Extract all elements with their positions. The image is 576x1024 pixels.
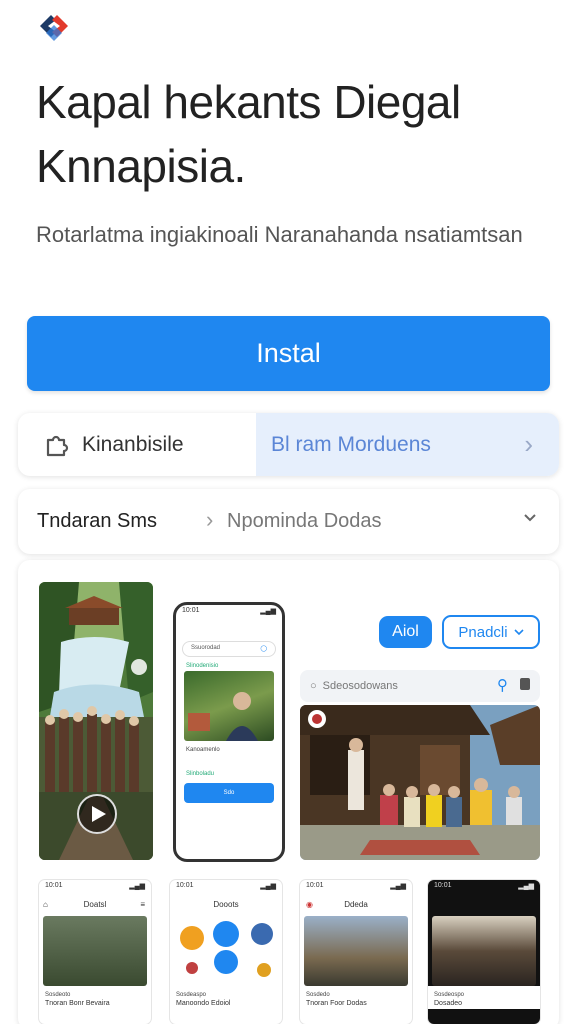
mini-foot-2: Manoondo Edoiol — [176, 1000, 231, 1007]
back-icon: ◉ — [306, 899, 313, 909]
signal-icon: ▂▄▆ — [390, 883, 406, 890]
mini-screenshot-1[interactable]: 10:01 ▂▄▆ ⌂ Doatsl ≡ Sosdeoto Tnoran Bonr B… — [39, 880, 151, 1024]
chip-filter-dropdown[interactable]: Pnadcli — [442, 615, 540, 649]
chevron-separator-icon: › — [206, 507, 214, 532]
mini-image — [304, 916, 408, 986]
phone-search[interactable]: Ssuorodad ◯ — [182, 641, 276, 657]
signal-icon: ▂▄▆ — [129, 883, 145, 890]
play-icon[interactable] — [76, 793, 118, 835]
mini-image — [174, 916, 278, 986]
detail-row-left-label: Tndaran Sms — [37, 510, 158, 532]
mini-header — [428, 892, 540, 916]
gallery-image-village[interactable] — [300, 705, 540, 860]
mini-head-label: Doatsl — [83, 899, 107, 909]
mini-time: 10:01 — [434, 882, 452, 889]
menu-icon: ≡ — [140, 899, 145, 909]
phone-time: 10:01 — [182, 607, 200, 614]
mini-status-bar: 10:01 ▂▄▆ — [428, 880, 540, 892]
phone-status-bar: 10:01 ▂▄▆ — [176, 605, 282, 619]
phone-signal-icon: ▂▄▆ — [260, 608, 276, 615]
mini-header: ◉ Ddeda — [300, 892, 412, 916]
mini-foot-2: Tnoran Foor Dodas — [306, 1000, 367, 1007]
mini-time: 10:01 — [176, 882, 194, 889]
mini-status-bar: 10:01 ▂▄▆ — [300, 880, 412, 892]
mini-foot-1: Sosdeaspo — [176, 992, 207, 998]
gallery-search-text: Sdeosodowans — [322, 680, 398, 692]
chevron-down-icon — [514, 629, 524, 636]
mini-screenshot-4[interactable]: 10:01 ▂▄▆ Sosdeospo Dosadeo — [428, 880, 540, 1024]
phone-caption-1: Kanoamenlo — [186, 747, 220, 753]
chip-filter-dropdown-label: Pnadcli — [458, 623, 508, 641]
home-icon: ⌂ — [43, 899, 48, 909]
app-subtitle: Rotarlatma ingiakinoali Naranahanda nsat… — [36, 222, 523, 247]
mini-image — [432, 916, 536, 986]
phone-mockup[interactable]: 10:01 ▂▄▆ Ssuorodad ◯ Slinodenisio Kanoa… — [173, 602, 285, 862]
phone-image — [184, 671, 274, 741]
mini-image — [43, 916, 147, 986]
detail-row-mid-label: Npominda Dodas — [227, 510, 382, 532]
lock-icon — [520, 678, 530, 690]
search-small-icon: ○ — [310, 680, 317, 692]
mini-foot-2: Tnoran Bonr Bevaira — [45, 1000, 110, 1007]
signal-icon: ▂▄▆ — [518, 883, 534, 890]
info-row-right-label: Bl ram Morduens — [271, 432, 431, 456]
signal-icon: ▂▄▆ — [260, 883, 276, 890]
app-title: Kapal hekants Diegal Knnapisia. — [36, 76, 461, 192]
mini-status-bar: 10:01 ▂▄▆ — [39, 880, 151, 892]
mini-status-bar: 10:01 ▂▄▆ — [170, 880, 282, 892]
chevron-down-icon[interactable] — [523, 511, 537, 525]
phone-action-button[interactable]: Sdo — [184, 783, 274, 803]
detail-row[interactable]: Tndaran Sms › Npominda Dodas — [18, 489, 559, 554]
mini-header: Dooots — [170, 892, 282, 916]
gallery-image-waterfall[interactable] — [39, 582, 153, 860]
mini-foot-1: Sosdeospo — [428, 986, 540, 998]
phone-tag-2: Slinboladu — [186, 771, 215, 777]
mini-foot-1: Sosdeoto — [45, 992, 71, 998]
phone-tag-1: Slinodenisio — [186, 663, 219, 669]
mini-header: ⌂ Doatsl ≡ — [39, 892, 151, 916]
mini-screenshot-3[interactable]: 10:01 ▂▄▆ ◉ Ddeda Sosdedo Tnoran Foor Doda… — [300, 880, 412, 1024]
chip-filter-all[interactable]: Aiol — [379, 616, 432, 648]
gallery-search-bar[interactable]: ○ Sdeosodowans ⚲ — [300, 670, 540, 702]
info-row-left-label: Kinanbisile — [82, 432, 184, 456]
mini-time: 10:01 — [306, 882, 324, 889]
info-row-right[interactable]: Bl ram Morduens — [256, 413, 559, 476]
mini-head-label: Ddeda — [344, 899, 368, 909]
mini-foot-1: Sosdedo — [306, 992, 330, 998]
info-row-left[interactable]: Kinanbisile — [42, 413, 184, 476]
install-button[interactable]: Instal — [27, 316, 550, 391]
search-icon[interactable]: ⚲ — [497, 676, 508, 694]
mini-time: 10:01 — [45, 882, 63, 889]
info-row[interactable]: Kinanbisile Bl ram Morduens › — [18, 413, 559, 476]
phone-search-text: Ssuorodad — [191, 645, 221, 651]
puzzle-icon — [46, 435, 69, 456]
mini-screenshot-2[interactable]: 10:01 ▂▄▆ Dooots Sosdeaspo Manoondo Edoio… — [170, 880, 282, 1024]
mini-foot-2: Dosadeo — [428, 998, 540, 1009]
chevron-right-icon: › — [524, 429, 533, 459]
search-icon: ◯ — [260, 646, 267, 652]
mini-head-label: Dooots — [213, 899, 239, 909]
app-logo-icon — [40, 15, 68, 41]
